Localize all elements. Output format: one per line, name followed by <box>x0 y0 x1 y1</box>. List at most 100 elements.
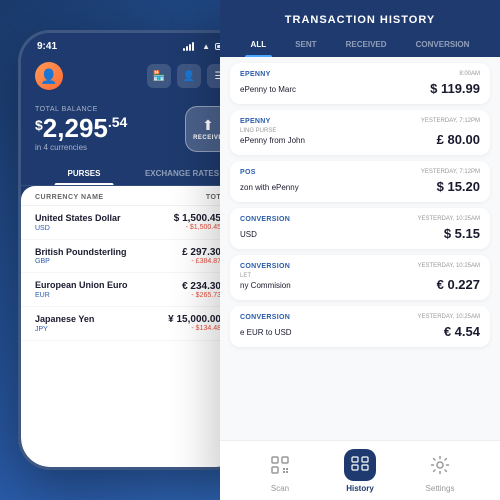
currency-code-usd: USD <box>35 225 174 232</box>
transaction-panel: TRANSACTION HISTORY ALL SENT RECEIVED CO… <box>220 0 500 500</box>
currency-code-jpy: JPY <box>35 326 168 333</box>
nav-label-settings: Settings <box>426 484 455 493</box>
currency-amount-eur: € 234.30 - $265.73 <box>182 281 221 299</box>
currency-change-gbp: - £384.87 <box>182 258 221 265</box>
transaction-desc-0: ePenny to Marc <box>240 85 296 94</box>
transaction-sender-0: EPENNY <box>240 71 271 78</box>
balance-section: TOTAL BALANCE $2,295.54 in 4 currencies … <box>21 98 245 162</box>
filter-tab-conversion[interactable]: CONVERSION <box>410 36 476 57</box>
filter-tab-received[interactable]: RECEIVED <box>340 36 393 57</box>
transaction-sender-3: CONVERSION <box>240 216 290 223</box>
currency-name-eur: European Union Euro <box>35 280 182 292</box>
wifi-icon: ▲ <box>202 42 210 51</box>
transaction-item-3[interactable]: CONVERSION YESTERDAY, 10:25AM USD $ 5.15 <box>230 208 490 249</box>
transaction-time-0: 8:00AM <box>459 71 480 77</box>
nav-item-history[interactable]: History <box>344 449 376 493</box>
status-time: 9:41 <box>37 41 57 52</box>
receive-icon: ⬆ <box>202 117 214 134</box>
currency-info-gbp: British Poundsterling GBP <box>35 247 182 266</box>
balance-amount: $2,295.54 <box>35 115 185 141</box>
nav-label-scan: Scan <box>271 484 289 493</box>
currency-item-jpy[interactable]: Japanese Yen JPY ¥ 15,000.00 - $134.48 › <box>21 307 245 341</box>
transaction-item-0[interactable]: EPENNY 8:00AM ePenny to Marc $ 119.99 <box>230 63 490 104</box>
currency-name-gbp: British Poundsterling <box>35 247 182 259</box>
transaction-time-2: YESTERDAY, 7:12PM <box>421 169 480 175</box>
transaction-amount-1: £ 80.00 <box>437 132 480 147</box>
receive-label: RECEIVE <box>193 135 223 141</box>
transaction-amount-2: $ 15.20 <box>437 179 480 194</box>
transaction-desc-2: zon with ePenny <box>240 183 299 192</box>
currency-info-usd: United States Dollar USD <box>35 213 174 232</box>
header-icons: 🏪 👤 ☰ <box>147 64 231 88</box>
currency-info-jpy: Japanese Yen JPY <box>35 314 168 333</box>
filter-tab-sent[interactable]: SENT <box>289 36 322 57</box>
transaction-amount-3: $ 5.15 <box>444 226 480 241</box>
balance-subtitle: in 4 currencies <box>35 143 185 152</box>
phone-tabs: PURSES EXCHANGE RATES <box>21 162 245 186</box>
transaction-body-3: USD $ 5.15 <box>240 226 480 241</box>
currency-amount-jpy: ¥ 15,000.00 - $134.48 <box>168 314 221 332</box>
transaction-sender-5: CONVERSION <box>240 314 290 321</box>
avatar: 👤 <box>35 62 63 90</box>
transaction-time-1: YESTERDAY, 7:12PM <box>421 118 480 124</box>
transaction-sender-2: POS <box>240 169 256 176</box>
scan-icon <box>264 449 296 481</box>
transaction-desc-4: LET ny Commision <box>240 273 291 292</box>
bottom-nav: Scan History Settings <box>220 440 500 500</box>
balance-currency-symbol: $ <box>35 118 43 132</box>
transaction-item-header-0: EPENNY 8:00AM <box>240 71 480 78</box>
transaction-body-1: LING PURSE ePenny from John £ 80.00 <box>240 128 480 147</box>
currency-change-usd: - $1,500.45 <box>174 224 221 231</box>
tab-exchange-rates[interactable]: EXCHANGE RATES <box>133 162 231 185</box>
history-icon <box>344 449 376 481</box>
user-icon-button[interactable]: 👤 <box>177 64 201 88</box>
balance-info: TOTAL BALANCE $2,295.54 in 4 currencies <box>35 106 185 152</box>
currency-code-eur: EUR <box>35 292 182 299</box>
currency-value-eur: € 234.30 <box>182 281 221 292</box>
transaction-item-1[interactable]: EPENNY YESTERDAY, 7:12PM LING PURSE ePen… <box>230 110 490 155</box>
transaction-item-2[interactable]: POS YESTERDAY, 7:12PM zon with ePenny $ … <box>230 161 490 202</box>
currency-item-gbp[interactable]: British Poundsterling GBP £ 297.30 - £38… <box>21 240 245 274</box>
transaction-item-header-4: CONVERSION YESTERDAY, 10:25AM <box>240 263 480 270</box>
app-header: 👤 🏪 👤 ☰ <box>21 56 245 98</box>
shop-icon-button[interactable]: 🏪 <box>147 64 171 88</box>
transaction-item-header-2: POS YESTERDAY, 7:12PM <box>240 169 480 176</box>
transaction-body-2: zon with ePenny $ 15.20 <box>240 179 480 194</box>
currency-code-gbp: GBP <box>35 258 182 265</box>
currency-list: CURRENCY NAME TOTAL United States Dollar… <box>21 186 245 467</box>
transaction-desc-1: LING PURSE ePenny from John <box>240 128 305 147</box>
transaction-body-0: ePenny to Marc $ 119.99 <box>240 81 480 96</box>
transaction-item-header-3: CONVERSION YESTERDAY, 10:25AM <box>240 216 480 223</box>
transaction-item-4[interactable]: CONVERSION YESTERDAY, 10:25AM LET ny Com… <box>230 255 490 300</box>
currency-value-jpy: ¥ 15,000.00 <box>168 314 221 325</box>
currency-value-gbp: £ 297.30 <box>182 247 221 258</box>
tab-purses[interactable]: PURSES <box>35 162 133 185</box>
nav-label-history: History <box>346 484 374 493</box>
nav-item-scan[interactable]: Scan <box>264 449 296 493</box>
currency-name-jpy: Japanese Yen <box>35 314 168 326</box>
transaction-time-5: YESTERDAY, 10:25AM <box>418 314 480 320</box>
currency-info-eur: European Union Euro EUR <box>35 280 182 299</box>
currency-change-jpy: - $134.48 <box>168 325 221 332</box>
transaction-filter-tabs: ALL SENT RECEIVED CONVERSION <box>236 36 484 57</box>
balance-label: TOTAL BALANCE <box>35 106 185 113</box>
currency-change-eur: - $265.73 <box>182 292 221 299</box>
nav-item-settings[interactable]: Settings <box>424 449 456 493</box>
filter-tab-all[interactable]: ALL <box>245 36 273 57</box>
transaction-list: EPENNY 8:00AM ePenny to Marc $ 119.99 EP… <box>220 57 500 440</box>
col-currency-name: CURRENCY NAME <box>35 194 104 201</box>
currency-value-usd: $ 1,500.45 <box>174 213 221 224</box>
transaction-item-header-1: EPENNY YESTERDAY, 7:12PM <box>240 118 480 125</box>
transaction-amount-5: € 4.54 <box>444 324 480 339</box>
transaction-time-3: YESTERDAY, 10:25AM <box>418 216 480 222</box>
currency-amount-usd: $ 1,500.45 - $1,500.45 <box>174 213 221 231</box>
currency-name-usd: United States Dollar <box>35 213 174 225</box>
currency-item-usd[interactable]: United States Dollar USD $ 1,500.45 - $1… <box>21 206 245 240</box>
transaction-item-5[interactable]: CONVERSION YESTERDAY, 10:25AM e EUR to U… <box>230 306 490 347</box>
transaction-header: TRANSACTION HISTORY ALL SENT RECEIVED CO… <box>220 0 500 57</box>
transaction-sender-4: CONVERSION <box>240 263 290 270</box>
transaction-body-5: e EUR to USD € 4.54 <box>240 324 480 339</box>
currency-item-eur[interactable]: European Union Euro EUR € 234.30 - $265.… <box>21 273 245 307</box>
status-bar: 9:41 ▲ <box>21 33 245 56</box>
currency-amount-gbp: £ 297.30 - £384.87 <box>182 247 221 265</box>
